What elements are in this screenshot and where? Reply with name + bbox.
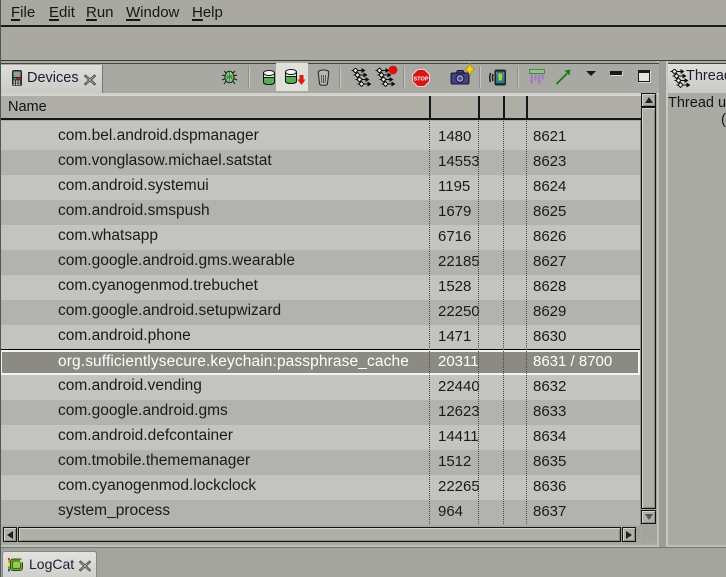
svg-text:STOP: STOP [413,76,428,82]
